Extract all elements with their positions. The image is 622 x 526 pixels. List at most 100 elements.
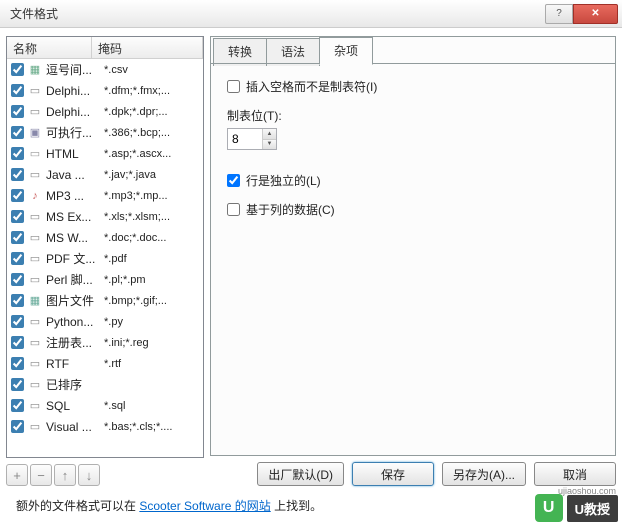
list-row[interactable]: ▭Delphi...*.dpk;*.dpr;... (7, 101, 203, 122)
list-row[interactable]: ▭已排序 (7, 374, 203, 395)
list-row[interactable]: ▭ 注册表... *.ini;*.reg (7, 332, 203, 353)
list-header: 名称 掩码 (7, 37, 203, 59)
list-row[interactable]: ▦图片文件*.bmp;*.gif;... (7, 290, 203, 311)
titlebar: 文件格式 ? ✕ (0, 0, 622, 28)
saveas-button[interactable]: 另存为(A)... (442, 462, 526, 486)
row-checkbox[interactable] (11, 273, 24, 286)
row-name: MS W... (46, 231, 100, 245)
list-row[interactable]: ▭Perl 脚...*.pl;*.pm (7, 269, 203, 290)
footer-suffix: 上找到。 (271, 499, 322, 513)
cancel-button[interactable]: 取消 (534, 462, 616, 486)
move-down-button[interactable]: ↓ (78, 464, 100, 486)
tab-convert[interactable]: 转换 (213, 38, 267, 66)
defaults-button[interactable]: 出厂默认(D) (257, 462, 344, 486)
list-row[interactable]: ▭Java ...*.jav;*.java (7, 164, 203, 185)
row-checkbox[interactable] (11, 378, 24, 391)
tab-syntax[interactable]: 语法 (266, 38, 320, 66)
add-button[interactable]: + (6, 464, 28, 486)
save-button[interactable]: 保存 (352, 462, 434, 486)
row-checkbox[interactable] (11, 147, 24, 160)
list-row[interactable]: ▣可执行...*.386;*.bcp;... (7, 122, 203, 143)
list-row[interactable]: ♪MP3 ...*.mp3;*.mp... (7, 185, 203, 206)
header-name[interactable]: 名称 (7, 37, 92, 58)
file-type-icon: ▭ (28, 231, 42, 245)
insert-spaces-label: 插入空格而不是制表符(I) (246, 78, 377, 95)
file-type-icon: ▭ (28, 252, 42, 266)
list-row[interactable]: ▭MS W...*.doc;*.doc... (7, 227, 203, 248)
row-mask: *.ini;*.reg (104, 337, 199, 349)
row-checkbox[interactable] (11, 84, 24, 97)
move-up-button[interactable]: ↑ (54, 464, 76, 486)
row-checkbox[interactable] (11, 126, 24, 139)
row-checkbox[interactable] (11, 294, 24, 307)
dialog-buttons: 出厂默认(D) 保存 另存为(A)... 取消 (210, 456, 616, 486)
row-name: SQL (46, 399, 100, 413)
tab-stop-input[interactable] (228, 129, 262, 149)
close-button[interactable]: ✕ (573, 4, 618, 24)
row-name: RTF (46, 357, 100, 371)
list-row[interactable]: ▭PDF 文...*.pdf (7, 248, 203, 269)
right-panel: 转换 语法 杂项 插入空格而不是制表符(I) 制表位(T): ▲ (210, 36, 616, 486)
row-checkbox[interactable] (11, 357, 24, 370)
row-checkbox[interactable] (11, 231, 24, 244)
row-name: HTML (46, 147, 100, 161)
file-type-icon: ▣ (28, 126, 42, 140)
file-type-icon: ▦ (28, 63, 42, 77)
row-checkbox[interactable] (11, 168, 24, 181)
row-name: Perl 脚... (46, 271, 100, 288)
row-checkbox[interactable] (11, 420, 24, 433)
list-row[interactable]: ▭RTF*.rtf (7, 353, 203, 374)
titlebar-buttons: ? ✕ (545, 4, 618, 24)
row-mask: *.py (104, 316, 199, 328)
row-mask: *.csv (104, 64, 199, 76)
file-type-icon: ▭ (28, 399, 42, 413)
help-button[interactable]: ? (545, 4, 573, 24)
spinner-up-icon[interactable]: ▲ (263, 129, 276, 140)
list-row[interactable]: ▭Python...*.py (7, 311, 203, 332)
tab-misc-body: 插入空格而不是制表符(I) 制表位(T): ▲ ▼ (211, 64, 615, 244)
row-checkbox[interactable] (11, 210, 24, 223)
tabs-container: 转换 语法 杂项 插入空格而不是制表符(I) 制表位(T): ▲ (210, 36, 616, 456)
file-type-icon: ▭ (28, 336, 42, 350)
row-checkbox[interactable] (11, 315, 24, 328)
list-row[interactable]: ▦逗号间...*.csv (7, 59, 203, 80)
footer-link[interactable]: Scooter Software 的网站 (139, 499, 270, 513)
row-mask: *.dpk;*.dpr;... (104, 106, 199, 118)
row-checkbox[interactable] (11, 63, 24, 76)
tab-strip: 转换 语法 杂项 (213, 37, 617, 65)
row-name: Delphi... (46, 105, 100, 119)
list-toolbar: + − ↑ ↓ (6, 458, 204, 486)
watermark-text: U教授 (567, 495, 618, 522)
line-independent-label: 行是独立的(L) (246, 172, 321, 189)
row-checkbox[interactable] (11, 105, 24, 118)
row-mask: *.386;*.bcp;... (104, 127, 199, 139)
row-checkbox[interactable] (11, 252, 24, 265)
row-name: 注册表... (46, 334, 100, 351)
insert-spaces-checkbox[interactable] (227, 80, 240, 93)
tab-stop-spinner: ▲ ▼ (227, 128, 277, 150)
list-row[interactable]: ▭Delphi...*.dfm;*.fmx;... (7, 80, 203, 101)
file-type-icon: ▭ (28, 420, 42, 434)
column-based-label: 基于列的数据(C) (246, 201, 335, 218)
watermark: U U教授 (535, 494, 618, 522)
list-row[interactable]: ▭MS Ex...*.xls;*.xlsm;... (7, 206, 203, 227)
list-body[interactable]: ▦逗号间...*.csv▭Delphi...*.dfm;*.fmx;...▭De… (7, 59, 203, 457)
remove-button[interactable]: − (30, 464, 52, 486)
file-type-icon: ▭ (28, 378, 42, 392)
row-checkbox[interactable] (11, 399, 24, 412)
header-mask[interactable]: 掩码 (92, 37, 203, 58)
row-name: MS Ex... (46, 210, 100, 224)
line-independent-checkbox[interactable] (227, 174, 240, 187)
list-row[interactable]: ▭ SQL *.sql (7, 395, 203, 416)
tab-misc[interactable]: 杂项 (319, 37, 373, 65)
row-checkbox[interactable] (11, 336, 24, 349)
window-title: 文件格式 (10, 5, 545, 22)
list-row[interactable]: ▭HTML*.asp;*.ascx... (7, 143, 203, 164)
spinner-down-icon[interactable]: ▼ (263, 140, 276, 150)
column-based-checkbox[interactable] (227, 203, 240, 216)
row-mask: *.sql (104, 400, 199, 412)
row-mask: *.dfm;*.fmx;... (104, 85, 199, 97)
list-row[interactable]: ▭Visual ...*.bas;*.cls;*.... (7, 416, 203, 437)
row-checkbox[interactable] (11, 189, 24, 202)
row-mask: *.bas;*.cls;*.... (104, 421, 199, 433)
